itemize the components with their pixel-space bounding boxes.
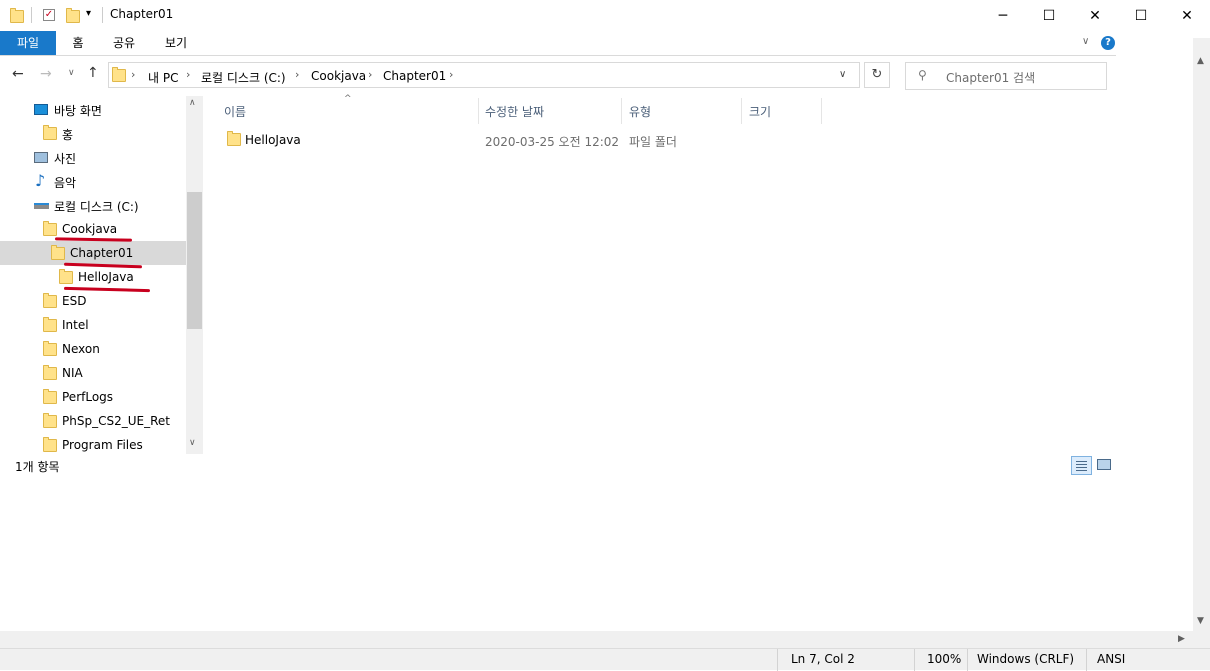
pictures-icon [34, 152, 48, 163]
breadcrumb-chapter01[interactable]: Chapter01 [383, 69, 446, 83]
notepad-vertical-scrollbar[interactable]: ▲ ▼ [1193, 38, 1210, 648]
customize-toolbar-icon[interactable]: ▾ [86, 8, 91, 19]
nav-item-chapter01[interactable]: Chapter01 [0, 241, 186, 265]
folder-icon [112, 67, 126, 82]
encoding: ANSI [1097, 652, 1126, 666]
item-count: 1개 항목 [15, 460, 60, 474]
folder-icon [59, 269, 73, 284]
column-header-modified[interactable]: 수정한 날짜 [485, 103, 544, 120]
expand-ribbon-icon[interactable]: ∨ [1082, 36, 1089, 47]
sort-ascending-icon: ^ [344, 94, 352, 104]
scroll-up-arrow-icon[interactable]: ▲ [1197, 56, 1204, 66]
ribbon-tabs: 파일 홈 공유 보기 ∨ ? [0, 31, 1116, 56]
folder-icon [43, 341, 57, 356]
details-view-icon[interactable] [1071, 456, 1092, 475]
breadcrumb-my-pc[interactable]: 내 PC [148, 69, 178, 86]
nav-item-perflogs[interactable]: PerfLogs [0, 385, 186, 409]
folder-icon [10, 8, 24, 23]
nav-item-music[interactable]: ♪ 음악 [0, 169, 186, 193]
zoom-level: 100% [927, 652, 962, 666]
address-dropdown-icon[interactable]: ∨ [839, 69, 846, 80]
folder-icon [43, 437, 57, 452]
file-name: HelloJava [245, 133, 301, 147]
scroll-down-arrow-icon[interactable]: ▼ [1197, 616, 1204, 626]
refresh-icon[interactable]: ↻ [864, 62, 890, 88]
folder-icon [43, 317, 57, 332]
column-header-name[interactable]: 이름 [224, 103, 246, 120]
tab-view[interactable]: 보기 [160, 31, 192, 55]
navigation-pane: 바탕 화면 홍 사진 ♪ 음악 로컬 디스크 (C:) Cookjava Cha… [0, 96, 203, 454]
folder-icon [43, 293, 57, 308]
forward-arrow-icon[interactable]: → [40, 66, 52, 82]
nav-item-hellojava[interactable]: HelloJava [0, 265, 186, 289]
back-arrow-icon[interactable]: ← [12, 66, 24, 82]
folder-icon [43, 125, 57, 140]
notepad-close-button[interactable]: ✕ [1164, 0, 1210, 31]
file-modified: 2020-03-25 오전 12:02 [485, 135, 620, 149]
folder-icon [51, 245, 65, 260]
scroll-right-arrow-icon[interactable]: ▶ [1178, 634, 1185, 644]
tab-home[interactable]: 홈 [64, 31, 92, 55]
up-arrow-icon[interactable]: ↑ [87, 65, 99, 81]
scroll-down-arrow-icon[interactable]: ∨ [189, 438, 196, 448]
properties-icon[interactable]: ✓ [43, 9, 55, 21]
tab-share[interactable]: 공유 [108, 31, 140, 55]
cursor-position: Ln 7, Col 2 [791, 652, 855, 666]
help-icon[interactable]: ? [1101, 36, 1115, 50]
notepad-status-bar: Ln 7, Col 2 100% Windows (CRLF) ANSI [0, 648, 1210, 671]
music-icon: ♪ [35, 171, 46, 190]
nav-item-desktop[interactable]: 바탕 화면 [0, 97, 186, 121]
nav-item-nexon[interactable]: Nexon [0, 337, 186, 361]
line-ending: Windows (CRLF) [977, 652, 1075, 666]
close-button[interactable]: ✕ [1072, 0, 1118, 31]
notepad-maximize-button[interactable]: ☐ [1118, 0, 1164, 31]
tab-file[interactable]: 파일 [0, 31, 56, 55]
breadcrumb-local-disk[interactable]: 로컬 디스크 (C:) [201, 69, 286, 86]
status-bar: 1개 항목 [0, 454, 1116, 478]
folder-icon [43, 221, 57, 236]
breadcrumb-cookjava[interactable]: Cookjava [311, 69, 366, 83]
search-input[interactable]: ⚲ Chapter01 검색 [905, 62, 1107, 90]
nav-scroll-thumb[interactable] [187, 192, 202, 329]
new-folder-icon[interactable] [66, 8, 80, 23]
drive-icon [34, 203, 49, 209]
folder-icon [43, 365, 57, 380]
window-title: Chapter01 [110, 7, 174, 21]
nav-item-home[interactable]: 홍 [0, 121, 186, 145]
folder-icon [227, 131, 241, 146]
desktop-icon [34, 104, 48, 115]
search-placeholder: Chapter01 검색 [946, 71, 1036, 85]
nav-item-esd[interactable]: ESD [0, 289, 186, 313]
nav-item-intel[interactable]: Intel [0, 313, 186, 337]
scroll-up-arrow-icon[interactable]: ∧ [189, 98, 196, 108]
folder-icon [43, 389, 57, 404]
nav-item-pictures[interactable]: 사진 [0, 145, 186, 169]
title-bar: ✓ ▾ Chapter01 ─ ☐ ✕ [0, 0, 1116, 31]
folder-icon [43, 413, 57, 428]
column-header-type[interactable]: 유형 [629, 103, 651, 120]
search-icon: ⚲ [918, 68, 927, 82]
large-icons-view-icon[interactable] [1097, 459, 1111, 470]
recent-locations-icon[interactable]: ∨ [68, 68, 75, 78]
nav-item-local-disk[interactable]: 로컬 디스크 (C:) [0, 193, 186, 217]
minimize-button[interactable]: ─ [980, 0, 1026, 31]
notepad-horizontal-scrollbar[interactable]: ▶ [0, 631, 1193, 648]
nav-item-phsp[interactable]: PhSp_CS2_UE_Ret [0, 409, 186, 433]
nav-item-nia[interactable]: NIA [0, 361, 186, 385]
file-type: 파일 폴더 [629, 135, 677, 149]
column-header-size[interactable]: 크기 [749, 103, 771, 120]
address-bar[interactable]: › 내 PC › 로컬 디스크 (C:) › Cookjava › Chapte… [108, 62, 860, 88]
maximize-button[interactable]: ☐ [1026, 0, 1072, 31]
